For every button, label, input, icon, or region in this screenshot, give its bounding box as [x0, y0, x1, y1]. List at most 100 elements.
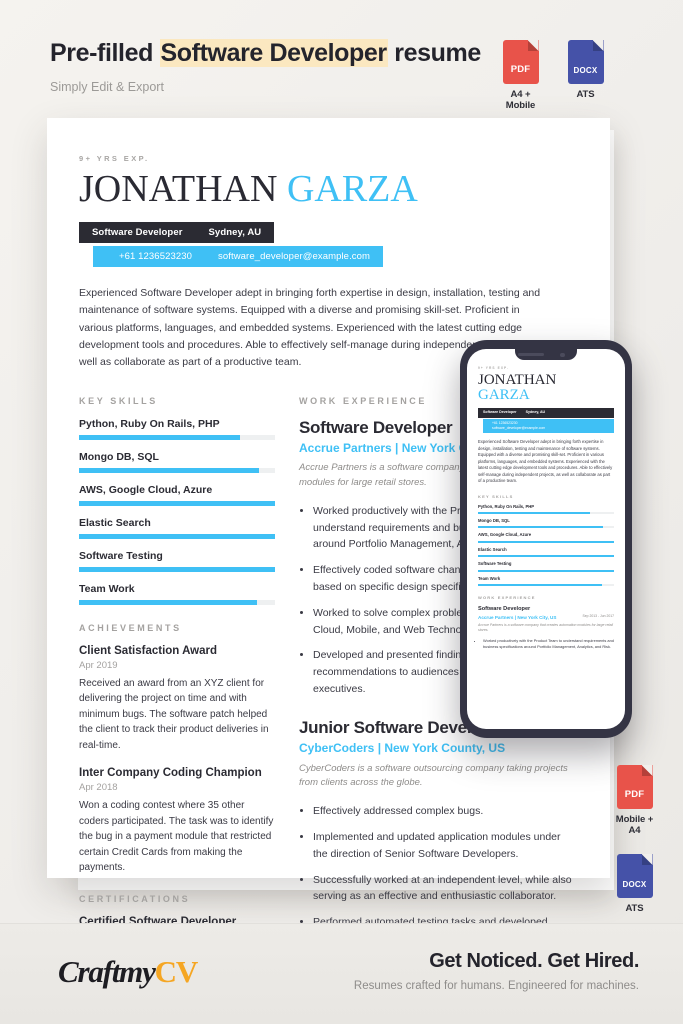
mini-skill-bar	[478, 584, 614, 587]
phone-label: +61 1236523230	[119, 251, 192, 262]
mini-contact-bar: +61 1236523230 software_developer@exampl…	[483, 418, 614, 433]
location-label: Sydney, AU	[208, 227, 262, 238]
skill-label: Mongo DB, SQL	[79, 450, 159, 463]
pdf-icon-label: PDF	[624, 789, 645, 800]
title-highlight: Software Developer	[159, 39, 388, 67]
mini-job-desc: Accrue Partners is a software company th…	[478, 622, 614, 632]
docx-icon-label: DOCX	[622, 880, 647, 889]
mini-last-name: GARZA	[478, 387, 530, 404]
role-label: Software Developer	[92, 227, 183, 238]
skill-bar	[79, 467, 275, 473]
skill-label: Team Work	[79, 582, 135, 595]
certifications-heading: CERTIFICATIONS	[79, 893, 191, 904]
last-name: GARZA	[286, 168, 418, 210]
pdf-icon-label: PDF	[510, 64, 531, 75]
docx-icon-label: DOCX	[573, 66, 598, 75]
format-badge-docx-right[interactable]: DOCX ATS	[612, 854, 657, 914]
achievements-heading: ACHIEVEMENTS	[79, 622, 182, 633]
format-badge-docx[interactable]: DOCX ATS	[563, 40, 608, 111]
mini-skill-bar	[478, 555, 614, 558]
mini-skill-item: Team Work	[478, 576, 614, 587]
logo-accent: CV	[154, 954, 199, 989]
mini-skill-item: Software Testing	[478, 561, 614, 572]
first-name: JONATHAN	[79, 168, 278, 210]
job-description: CyberCoders is a software outsourcing co…	[299, 762, 568, 788]
pdf-file-icon: PDF	[502, 40, 539, 84]
format-badges-right: PDF Mobile + A4 DOCX ATS	[612, 765, 657, 914]
mini-job-bullet: Worked productively with the Product Tea…	[483, 638, 614, 650]
pdf-file-icon: PDF	[616, 765, 653, 809]
mini-location-label: Sydney, AU	[525, 410, 546, 415]
brand-logo[interactable]: CraftmyCV	[58, 954, 199, 990]
achievement-text: Won a coding contest where 35 other code…	[79, 800, 274, 874]
badge-label: Mobile + A4	[615, 814, 654, 836]
mini-job-meta: Accrue Partners | New York City, US Sep …	[478, 614, 614, 621]
footer-subtagline: Resumes crafted for humans. Engineered f…	[353, 980, 639, 992]
mini-skill-bar	[478, 569, 614, 572]
mini-email-label: software_developer@example.com	[492, 425, 546, 430]
skill-bar	[79, 500, 275, 506]
mini-skill-item: Elastic Search	[478, 547, 614, 558]
resume-left-column: KEY SKILLS Python, Ruby On Rails, PHP Mon…	[79, 396, 275, 968]
phone-speaker	[518, 353, 544, 356]
format-badge-pdf-right[interactable]: PDF Mobile + A4	[612, 765, 657, 836]
mini-role-location-bar: Software Developer Sydney, AU	[478, 408, 614, 418]
achievement-date: Apr 2019	[79, 659, 118, 671]
job-bullet: Successfully worked at an independent le…	[313, 872, 578, 906]
mini-job-date: Sep 2013 - Jun 2017	[582, 613, 614, 618]
format-badges-top: PDF A4 + Mobile DOCX ATS	[498, 40, 608, 111]
contact-bar: +61 1236523230 software_developer@exampl…	[93, 246, 384, 267]
skill-label: Elastic Search	[79, 516, 151, 529]
format-badge-pdf[interactable]: PDF A4 + Mobile	[498, 40, 543, 111]
mini-skill-bar	[478, 540, 614, 543]
achievement-item: Client Satisfaction Award Apr 2019 Receive…	[79, 645, 275, 754]
docx-file-icon: DOCX	[616, 854, 653, 898]
phone-camera-icon	[560, 352, 565, 357]
title-suffix: resume	[387, 39, 481, 67]
skill-bar	[79, 434, 275, 440]
mini-job-title: Software Developer	[478, 606, 531, 613]
logo-text: Craftmy	[58, 954, 156, 989]
skill-item: AWS, Google Cloud, Azure	[79, 484, 275, 506]
page-title: Pre-filled Software Developer resume	[50, 39, 520, 68]
skill-bar	[79, 566, 275, 572]
badge-label: ATS	[625, 903, 644, 914]
footer-tagline: Get Noticed. Get Hired.	[429, 950, 639, 972]
phone-screen: 9+ YRS EXP. JONATHAN GARZA Software Deve…	[467, 349, 625, 729]
mini-job-bullets: Worked productively with the Product Tea…	[478, 638, 614, 650]
footer-tagline-block: Get Noticed. Get Hired. Resumes crafted …	[354, 950, 639, 992]
achievement-title: Inter Company Coding Champion	[79, 767, 262, 780]
skill-bar	[79, 599, 275, 605]
poster-footer: CraftmyCV Get Noticed. Get Hired. Resume…	[0, 923, 683, 1024]
page-subtitle: Simply Edit & Export	[50, 79, 164, 94]
poster-header: Pre-filled Software Developer resume Sim…	[50, 39, 520, 94]
mini-years-experience: 9+ YRS EXP.	[478, 366, 509, 370]
job-bullet: Implemented and updated application modu…	[313, 829, 578, 863]
skills-list: Python, Ruby On Rails, PHP Mongo DB, SQL A…	[79, 418, 275, 605]
skill-item: Team Work	[79, 583, 275, 605]
skill-label: Software Testing	[79, 549, 163, 562]
email-label: software_developer@example.com	[218, 251, 371, 262]
phone-mockup: 9+ YRS EXP. JONATHAN GARZA Software Deve…	[460, 340, 632, 738]
mini-role-label: Software Developer	[483, 410, 517, 415]
title-prefix: Pre-filled	[50, 39, 160, 67]
job-item: Junior Software Developer CyberCoders | N…	[299, 718, 578, 948]
mini-key-skills-heading: KEY SKILLS	[478, 493, 514, 499]
mini-skill-item: Mongo DB, SQL	[478, 518, 614, 529]
mini-skill-label: AWS, Google Cloud, Azure	[478, 532, 532, 538]
role-location-bar: Software Developer Sydney, AU	[79, 222, 275, 243]
achievement-date: Apr 2018	[79, 782, 118, 794]
docx-file-icon: DOCX	[567, 40, 604, 84]
job-bullet: Effectively addressed complex bugs.	[313, 803, 578, 820]
mini-skill-label: Python, Ruby On Rails, PHP	[478, 503, 535, 509]
promo-poster: Pre-filled Software Developer resume Sim…	[0, 0, 683, 1024]
mini-summary: Experienced Software Developer adept in …	[478, 439, 613, 483]
skill-item: Elastic Search	[79, 517, 275, 539]
mini-skill-item: Python, Ruby On Rails, PHP	[478, 504, 614, 514]
years-experience: 9+ YRS EXP.	[79, 154, 150, 163]
mini-first-name: JONATHAN	[478, 371, 557, 388]
mini-skill-bar	[478, 511, 614, 514]
skill-item: Mongo DB, SQL	[79, 451, 275, 473]
mini-skill-label: Software Testing	[478, 561, 512, 567]
phone-resume-preview: 9+ YRS EXP. JONATHAN GARZA Software Deve…	[467, 349, 625, 649]
